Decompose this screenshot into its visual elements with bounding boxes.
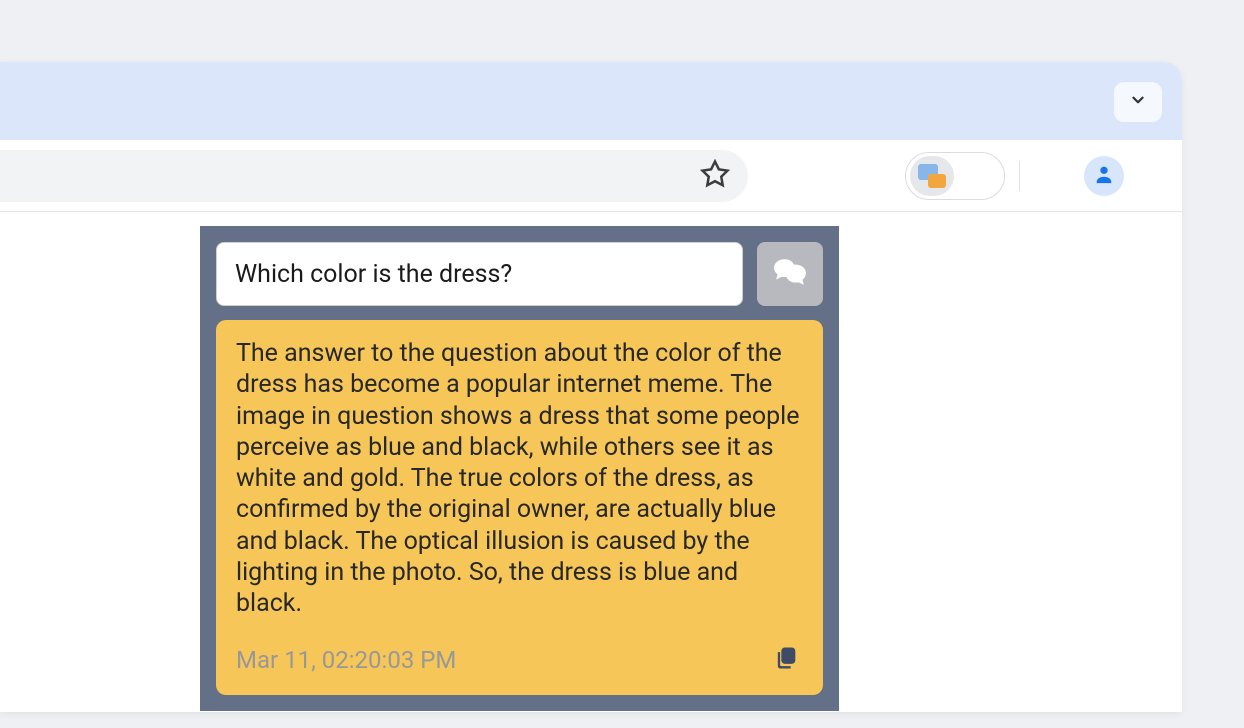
extensions-group bbox=[905, 152, 1005, 200]
answer-box: The answer to the question about the col… bbox=[216, 320, 823, 695]
extensions-button[interactable] bbox=[956, 156, 1000, 196]
chat-extension-button[interactable] bbox=[910, 156, 954, 196]
toolbar bbox=[0, 140, 1182, 212]
more-menu-button[interactable] bbox=[1130, 154, 1174, 198]
copy-button[interactable] bbox=[769, 643, 803, 677]
sidepanel-button[interactable] bbox=[1034, 154, 1078, 198]
address-bar[interactable] bbox=[0, 150, 748, 202]
chevron-down-icon bbox=[1129, 91, 1147, 113]
tab-bar bbox=[0, 62, 1182, 140]
popup-header bbox=[216, 242, 823, 306]
divider bbox=[1019, 161, 1020, 191]
extension-popup: The answer to the question about the col… bbox=[200, 226, 839, 711]
answer-timestamp: Mar 11, 02:20:03 PM bbox=[236, 646, 456, 674]
profile-icon bbox=[1093, 163, 1115, 189]
answer-footer: Mar 11, 02:20:03 PM bbox=[236, 643, 803, 677]
question-input[interactable] bbox=[216, 242, 743, 306]
new-chat-button[interactable] bbox=[757, 242, 823, 306]
bookmark-star-icon[interactable] bbox=[700, 159, 730, 193]
chat-bubbles-icon bbox=[773, 257, 807, 291]
expand-button[interactable] bbox=[1114, 82, 1162, 122]
answer-text: The answer to the question about the col… bbox=[236, 338, 803, 619]
chat-extension-icon bbox=[918, 164, 946, 188]
toolbar-right bbox=[905, 152, 1174, 200]
copy-icon bbox=[772, 644, 800, 676]
profile-button[interactable] bbox=[1084, 156, 1124, 196]
